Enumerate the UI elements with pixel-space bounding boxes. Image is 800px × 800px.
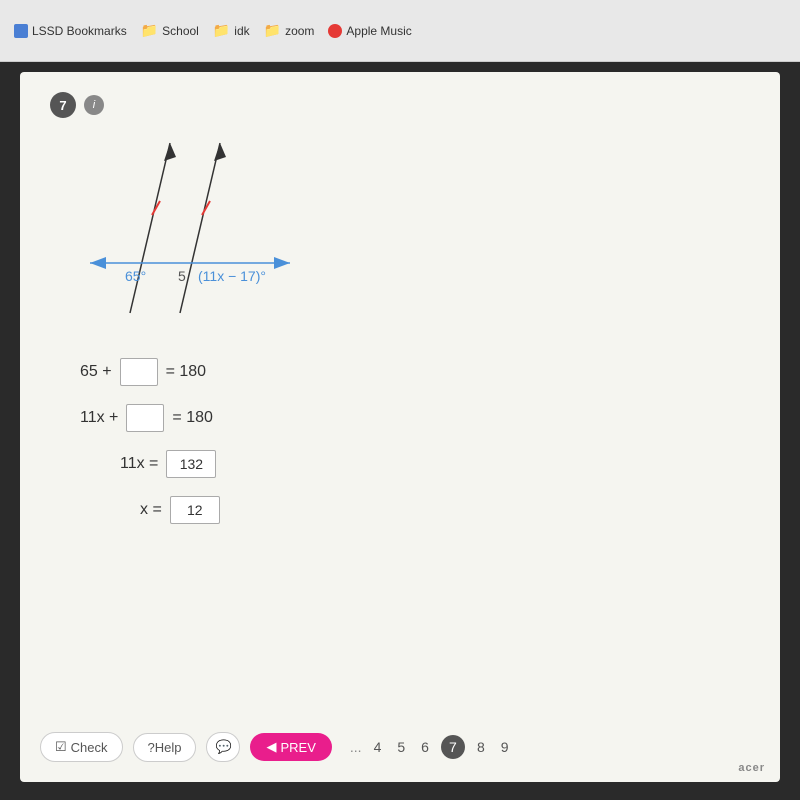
equation-line-1: 65 + = 180 <box>80 358 750 386</box>
eq1-box[interactable] <box>120 358 158 386</box>
eq3-left: 11x = <box>120 455 158 473</box>
math-work-area: 65 + = 180 11x + = 180 11x = 132 x = 12 <box>80 358 750 524</box>
bookmark-label-school: School <box>162 24 199 38</box>
chat-button[interactable]: 💬 <box>206 732 240 762</box>
main-content: 7 i 65° <box>20 72 780 782</box>
question-header: 7 i <box>50 92 750 118</box>
page-9[interactable]: 9 <box>497 737 513 757</box>
prev-chevron-icon: ◀ <box>266 739 276 755</box>
eq3-box[interactable]: 132 <box>166 450 216 478</box>
page-6[interactable]: 6 <box>417 737 433 757</box>
page-5[interactable]: 5 <box>393 737 409 757</box>
eq1-left: 65 + <box>80 363 112 381</box>
eq2-right: = 180 <box>172 409 212 427</box>
diagram-svg: 65° 5 (11x − 17)° <box>70 133 330 333</box>
help-button[interactable]: ?Help <box>133 733 197 762</box>
bookmark-zoom[interactable]: 📁 zoom <box>260 20 319 41</box>
svg-text:65°: 65° <box>125 268 146 284</box>
bookmark-label-lssd: LSSD Bookmarks <box>32 24 127 38</box>
bookmark-label-idk: idk <box>234 24 249 38</box>
bookmark-label-zoom: zoom <box>285 24 314 38</box>
bookmark-label-apple-music: Apple Music <box>346 24 411 38</box>
page-4[interactable]: 4 <box>370 737 386 757</box>
bookmark-idk[interactable]: 📁 idk <box>209 20 254 41</box>
svg-text:(11x − 17)°: (11x − 17)° <box>198 268 266 284</box>
browser-toolbar: LSSD Bookmarks 📁 School 📁 idk 📁 zoom App… <box>0 0 800 62</box>
chat-icon: 💬 <box>215 739 231 755</box>
folder-icon-school: 📁 <box>141 22 158 39</box>
eq4-box[interactable]: 12 <box>170 496 220 524</box>
page-dots: ... <box>350 739 362 755</box>
equation-line-3: 11x = 132 <box>120 450 750 478</box>
check-icon: ☑ <box>55 739 67 755</box>
page-7-active[interactable]: 7 <box>441 735 465 759</box>
question-info-badge: i <box>84 95 104 115</box>
page-8[interactable]: 8 <box>473 737 489 757</box>
bookmark-lssd[interactable]: LSSD Bookmarks <box>10 22 131 40</box>
folder-icon-zoom: 📁 <box>264 22 281 39</box>
folder-icon-idk: 📁 <box>213 22 230 39</box>
bookmark-icon-lssd <box>14 24 28 38</box>
question-number-badge: 7 <box>50 92 76 118</box>
apple-music-icon <box>328 24 342 38</box>
equation-line-2: 11x + = 180 <box>80 404 750 432</box>
eq2-left: 11x + <box>80 409 118 427</box>
bottom-toolbar: ☑ Check ?Help 💬 ◀ PREV ... 4 5 6 7 8 9 <box>40 732 760 762</box>
page-navigation: ... 4 5 6 7 8 9 <box>350 735 513 759</box>
prev-button[interactable]: ◀ PREV <box>250 733 331 761</box>
acer-logo: acer <box>738 762 765 774</box>
equation-line-4: x = 12 <box>140 496 750 524</box>
eq2-box[interactable] <box>126 404 164 432</box>
eq1-right: = 180 <box>166 363 206 381</box>
bookmark-school[interactable]: 📁 School <box>137 20 203 41</box>
check-button[interactable]: ☑ Check <box>40 732 123 762</box>
svg-text:5: 5 <box>178 268 186 284</box>
eq4-left: x = <box>140 501 162 519</box>
geometry-diagram: 65° 5 (11x − 17)° <box>70 133 330 333</box>
bookmark-apple-music[interactable]: Apple Music <box>324 22 415 40</box>
